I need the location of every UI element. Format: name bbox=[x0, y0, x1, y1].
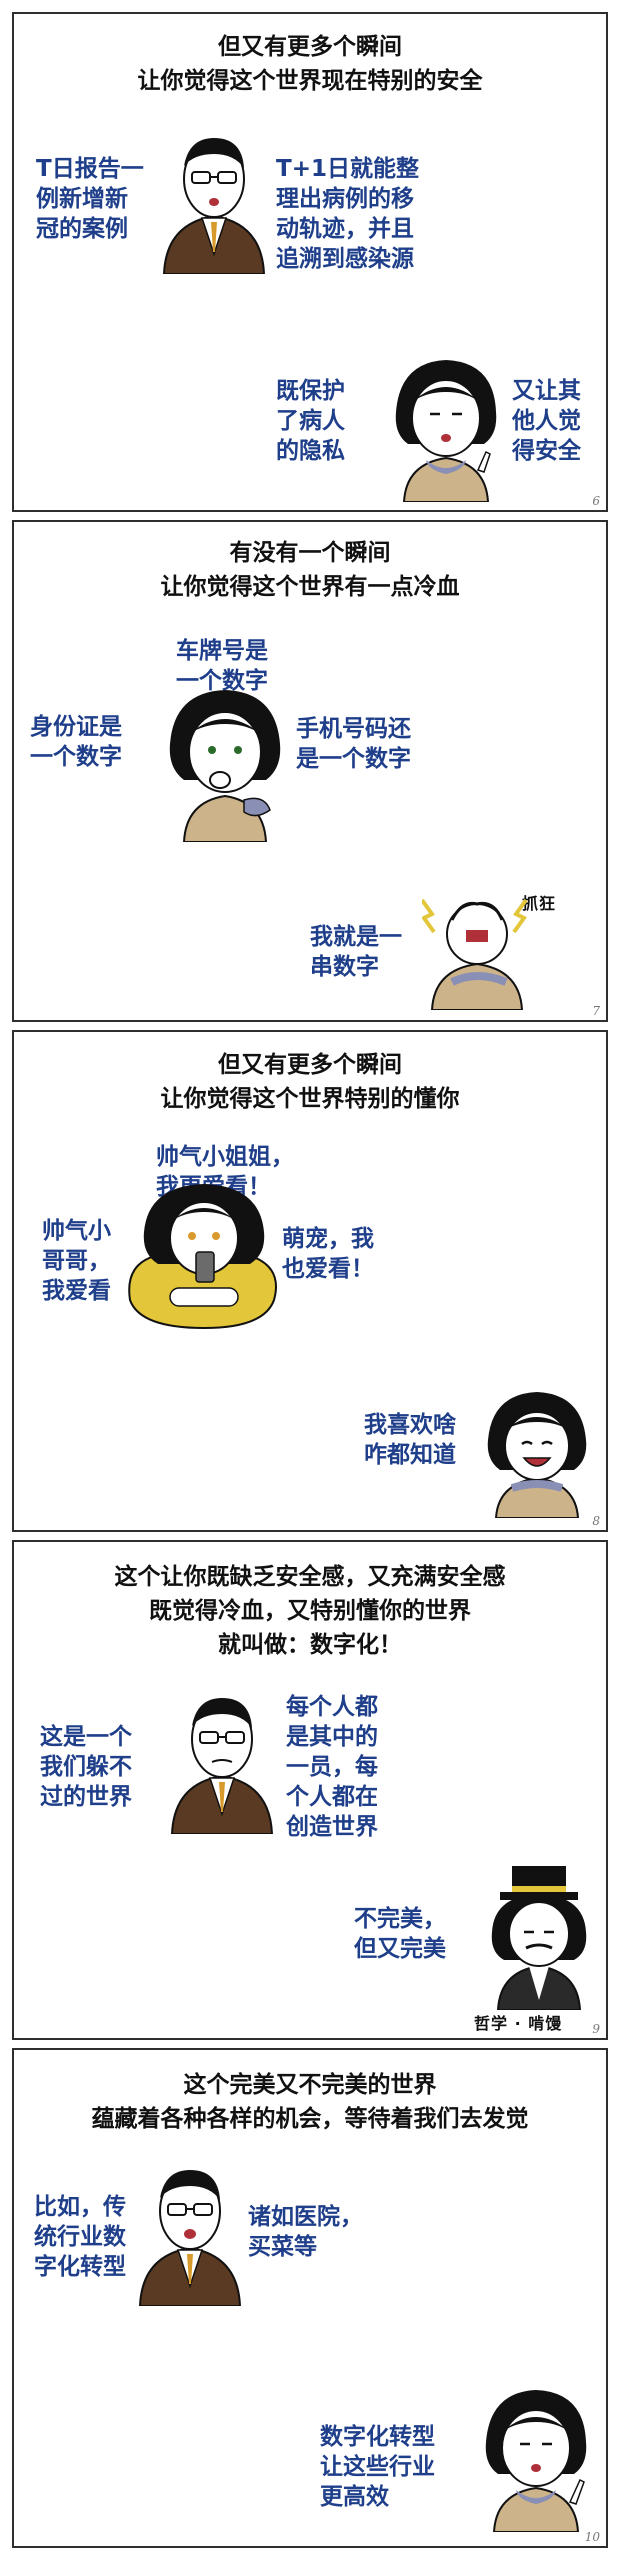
caption-bubble: 萌宠，我 也爱看！ bbox=[282, 1226, 374, 1282]
caption-bubble: 比如，传 统行业数 字化转型 bbox=[34, 2194, 126, 2280]
panel-title: 有没有一个瞬间 让你觉得这个世界有一点冷血 bbox=[14, 536, 606, 604]
phone-woman-figure bbox=[128, 1184, 277, 1330]
caption-bubble: 诸如医院， 买菜等 bbox=[248, 2204, 363, 2260]
title-line: 既觉得冷血，又特别懂你的世界 bbox=[149, 1598, 471, 1624]
short-hair-woman-figure bbox=[395, 360, 497, 502]
title-line: 让你觉得这个世界特别的懂你 bbox=[160, 1086, 460, 1112]
title-line: 让你觉得这个世界现在特别的安全 bbox=[137, 68, 483, 94]
caption-bubble: 这是一个 我们躲不 过的世界 bbox=[40, 1724, 132, 1810]
comic-panel-5: 这个完美又不完美的世界 蕴藏着各种各样的机会，等待着我们去发觉 比如，传 统行业… bbox=[12, 2048, 608, 2548]
caption-bubble: 我就是一 串数字 bbox=[310, 924, 402, 980]
suit-man-figure bbox=[138, 2170, 242, 2306]
title-line: 但又有更多个瞬间 bbox=[218, 34, 402, 60]
comic-panel-1: 但又有更多个瞬间 让你觉得这个世界现在特别的安全 T日报告一 例新增新 冠的案例… bbox=[12, 12, 608, 512]
caption-bubble: 又让其 他人觉 得安全 bbox=[512, 378, 581, 464]
panel-title: 但又有更多个瞬间 让你觉得这个世界现在特别的安全 bbox=[14, 30, 606, 98]
comic-panel-3: 但又有更多个瞬间 让你觉得这个世界特别的懂你 帅气小姐姐， 我更爱看！ 帅气小 … bbox=[12, 1030, 608, 1532]
caption-bubble: 数字化转型 让这些行业 更高效 bbox=[320, 2424, 435, 2510]
title-line: 蕴藏着各种各样的机会，等待着我们去发觉 bbox=[91, 2106, 529, 2132]
caption-bubble: 身份证是 一个数字 bbox=[30, 714, 122, 770]
caption-bubble: 既保护 了病人 的隐私 bbox=[276, 378, 345, 464]
frantic-person-figure bbox=[422, 898, 528, 1010]
happy-woman-figure bbox=[487, 1392, 587, 1518]
page-number: 7 bbox=[592, 1004, 600, 1018]
panel-title: 这个让你既缺乏安全感，又充满安全感 既觉得冷血，又特别懂你的世界 就叫做：数字化… bbox=[14, 1560, 606, 1662]
title-line: 有没有一个瞬间 bbox=[229, 540, 391, 566]
caption-bubble: T+1日就能整 理出病例的移 动轨迹，并且 追溯到感染源 bbox=[276, 156, 419, 272]
caption-bubble: 帅气小 哥哥， 我爱看 bbox=[42, 1218, 111, 1304]
caption-bubble: 我喜欢啥 咋都知道 bbox=[364, 1412, 456, 1468]
suit-man-figure bbox=[162, 138, 266, 274]
caption-bubble: 手机号码还 是一个数字 bbox=[296, 716, 411, 772]
thinking-woman-figure bbox=[169, 690, 281, 842]
philosopher-figure bbox=[491, 1866, 587, 2010]
comic-panel-4: 这个让你既缺乏安全感，又充满安全感 既觉得冷血，又特别懂你的世界 就叫做：数字化… bbox=[12, 1540, 608, 2040]
caption-bubble: T日报告一 例新增新 冠的案例 bbox=[36, 156, 144, 242]
caption-bubble: 不完美， 但又完美 bbox=[354, 1906, 446, 1962]
page-number: 10 bbox=[584, 2530, 600, 2544]
suit-man-figure bbox=[170, 1698, 274, 1834]
panel-title: 但又有更多个瞬间 让你觉得这个世界特别的懂你 bbox=[14, 1048, 606, 1116]
title-line: 让你觉得这个世界有一点冷血 bbox=[160, 574, 460, 600]
title-line: 但又有更多个瞬间 bbox=[218, 1052, 402, 1078]
philosopher-caption: 哲学 · 啃馒 bbox=[474, 2014, 563, 2033]
page-number: 8 bbox=[592, 1514, 600, 1528]
title-line: 这个让你既缺乏安全感，又充满安全感 bbox=[114, 1564, 506, 1590]
panel-title: 这个完美又不完美的世界 蕴藏着各种各样的机会，等待着我们去发觉 bbox=[14, 2068, 606, 2136]
title-line: 这个完美又不完美的世界 bbox=[183, 2072, 437, 2098]
page-number: 6 bbox=[592, 494, 600, 508]
page-number: 9 bbox=[592, 2022, 600, 2036]
title-line: 就叫做：数字化！ bbox=[218, 1632, 402, 1658]
comic-panel-2: 有没有一个瞬间 让你觉得这个世界有一点冷血 车牌号是 一个数字 身份证是 一个数… bbox=[12, 520, 608, 1022]
pointing-woman-figure bbox=[485, 2390, 587, 2532]
caption-bubble: 每个人都 是其中的 一员，每 个人都在 创造世界 bbox=[286, 1694, 378, 1840]
